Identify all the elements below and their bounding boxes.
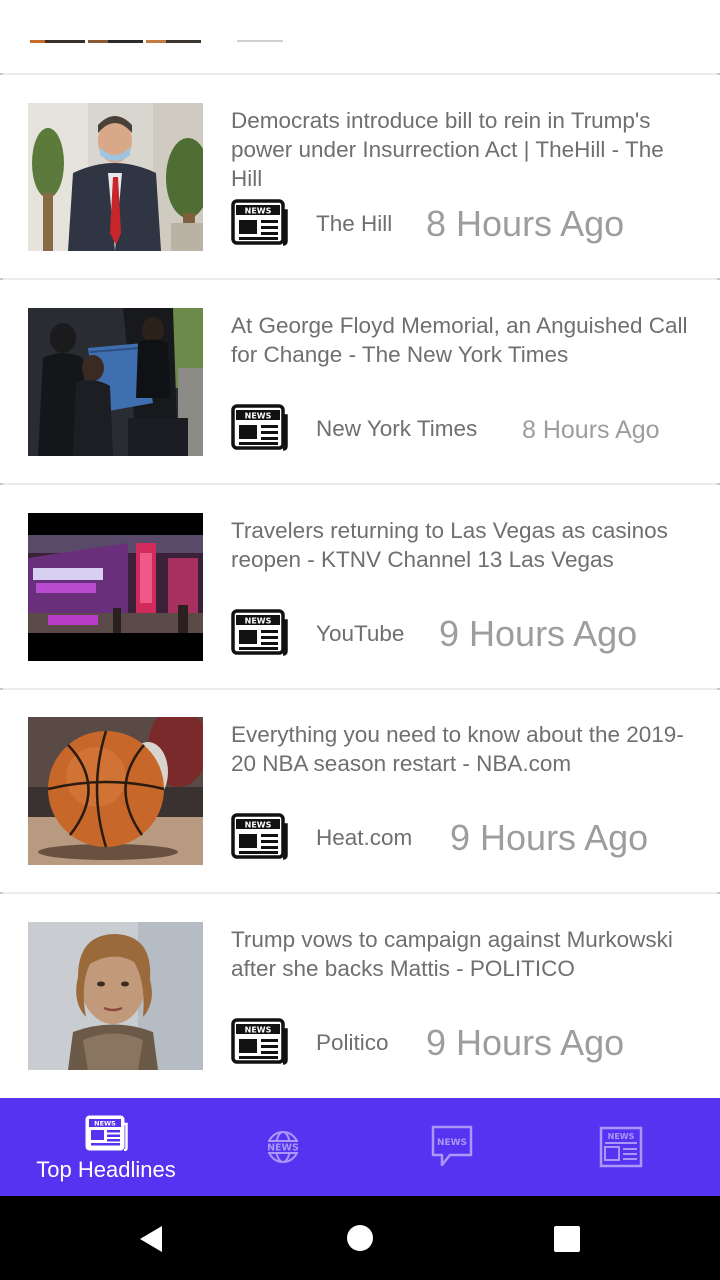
news-icon: NEWS [231, 404, 288, 451]
globe-news-icon: NEWS [260, 1131, 306, 1163]
svg-text:NEWS: NEWS [608, 1132, 635, 1141]
article-time: 9 Hours Ago [450, 817, 649, 858]
article-meta: NEWS New York Times 8 Hours Ago [231, 398, 701, 456]
article-source: Heat.com [316, 825, 413, 850]
svg-text:NEWS: NEWS [245, 821, 272, 830]
news-icon: NEWS [231, 199, 288, 246]
casket-bearers-photo[interactable] [28, 308, 203, 456]
article-meta: NEWS YouTube 9 Hours Ago [231, 603, 701, 661]
item-divider [0, 483, 720, 485]
item-divider [0, 278, 720, 280]
svg-text:NEWS: NEWS [437, 1138, 467, 1148]
partial-thumbnail-edge [45, 40, 85, 43]
article-meta: NEWS Heat.com 9 Hours Ago [231, 807, 701, 865]
newspaper-icon: NEWS [85, 1115, 128, 1151]
bottom-navigation-bar: NEWS Top Headlines NEWS NEWS NEWS [0, 1098, 720, 1196]
tab-news-chat[interactable]: NEWS [400, 1098, 506, 1196]
svg-text:NEWS: NEWS [267, 1143, 299, 1154]
svg-text:NEWS: NEWS [245, 617, 272, 626]
partial-thumbnail-edge [146, 40, 166, 43]
tab-label: Top Headlines [36, 1157, 176, 1182]
article-time: 9 Hours Ago [439, 613, 638, 654]
article-meta: NEWS Politico 9 Hours Ago [231, 1012, 701, 1070]
news-chat-icon: NEWS [431, 1125, 473, 1167]
item-divider [0, 73, 720, 75]
politician-in-mask-photo[interactable] [28, 103, 203, 251]
svg-text:NEWS: NEWS [245, 412, 272, 421]
article-headline[interactable]: Trump vows to campaign against Murkowski… [231, 925, 701, 983]
article-source: The Hill [316, 211, 393, 236]
news-icon: NEWS [231, 813, 288, 860]
svg-text:NEWS: NEWS [94, 1120, 116, 1128]
partial-thumbnail-edge [30, 40, 45, 43]
article-time: 8 Hours Ago [522, 416, 660, 444]
partial-thumbnail-edge [88, 40, 108, 43]
news-icon: NEWS [231, 609, 288, 656]
senator-portrait-photo[interactable] [28, 922, 203, 1070]
article-source: New York Times [316, 416, 478, 441]
news-feed[interactable]: Democrats introduce bill to rein in Trum… [0, 0, 720, 1098]
las-vegas-airport-photo[interactable] [28, 513, 203, 661]
item-divider [0, 892, 720, 894]
news-icon: NEWS [231, 1018, 288, 1065]
news-item[interactable]: Trump vows to campaign against Murkowski… [0, 922, 720, 1098]
system-navigation-bar [0, 1196, 720, 1280]
news-page-icon: NEWS [599, 1126, 643, 1168]
partial-thumbnail-edge [108, 40, 143, 43]
article-headline[interactable]: At George Floyd Memorial, an Anguished C… [231, 311, 701, 369]
tab-news-pages[interactable]: NEWS [570, 1098, 676, 1196]
article-source: YouTube [316, 621, 405, 646]
home-icon[interactable] [346, 1224, 374, 1252]
back-icon[interactable] [136, 1224, 166, 1254]
tab-top-headlines[interactable]: NEWS Top Headlines [0, 1098, 212, 1196]
tab-world-news[interactable]: NEWS [230, 1098, 336, 1196]
article-meta: NEWS The Hill 8 Hours Ago [231, 193, 701, 251]
svg-text:NEWS: NEWS [245, 207, 272, 216]
partial-icon-edge [237, 40, 283, 42]
svg-text:NEWS: NEWS [245, 1026, 272, 1035]
article-time: 9 Hours Ago [426, 1022, 625, 1063]
article-headline[interactable]: Everything you need to know about the 20… [231, 720, 701, 778]
partial-previous-item[interactable] [0, 0, 720, 75]
recents-icon[interactable] [553, 1225, 581, 1253]
partial-thumbnail-edge [166, 40, 201, 43]
item-divider [0, 688, 720, 690]
article-time: 8 Hours Ago [426, 203, 625, 244]
basketball-photo[interactable] [28, 717, 203, 865]
article-source: Politico [316, 1030, 389, 1055]
article-headline[interactable]: Democrats introduce bill to rein in Trum… [231, 106, 701, 193]
article-headline[interactable]: Travelers returning to Las Vegas as casi… [231, 516, 701, 574]
